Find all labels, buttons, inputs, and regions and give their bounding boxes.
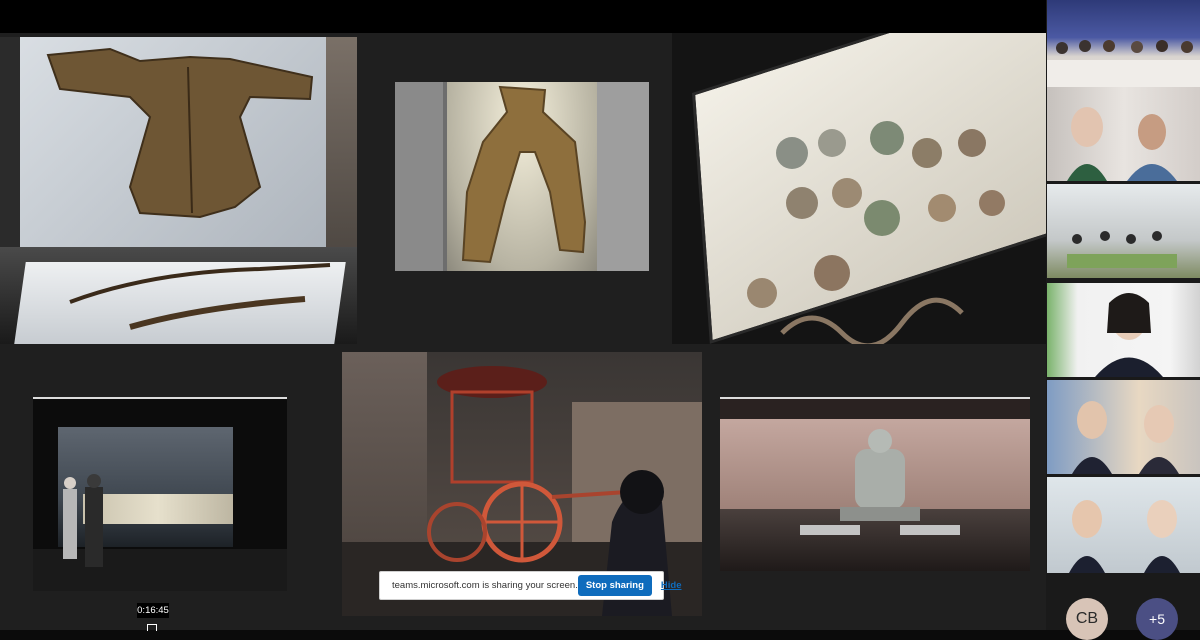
museum-photo-statue bbox=[720, 397, 1030, 571]
shared-screen: teams.microsoft.com is sharing your scre… bbox=[0, 33, 1046, 630]
museum-photo-jacket bbox=[0, 37, 357, 344]
participant-video bbox=[1067, 107, 1177, 181]
sharing-message: teams.microsoft.com is sharing your scre… bbox=[392, 580, 578, 591]
participant-video bbox=[1067, 231, 1177, 268]
participant-tile-duo[interactable] bbox=[1047, 87, 1200, 181]
participant-tile-panel-room[interactable] bbox=[1047, 0, 1200, 94]
artifact-items bbox=[747, 121, 1005, 344]
participant-video bbox=[1095, 293, 1163, 377]
gallery-visitors bbox=[63, 474, 103, 567]
screen-sharing-banner: teams.microsoft.com is sharing your scre… bbox=[379, 571, 682, 600]
museum-photo-artifacts bbox=[672, 33, 1046, 344]
video-timestamp: 0:16:45 bbox=[137, 603, 169, 618]
hide-link[interactable]: Hide bbox=[661, 580, 682, 591]
participant-tile-student-speaking[interactable] bbox=[1047, 283, 1200, 377]
statue-artifact bbox=[800, 429, 960, 535]
more-participants-badge[interactable]: +5 bbox=[1136, 598, 1178, 640]
participant-panel bbox=[1046, 0, 1200, 630]
museum-photo-trousers bbox=[395, 82, 649, 271]
participant-video bbox=[1072, 401, 1179, 474]
participant-tile-two-girls[interactable] bbox=[1047, 477, 1200, 573]
top-bar bbox=[0, 0, 1046, 33]
participant-tile-two-students[interactable] bbox=[1047, 380, 1200, 474]
participant-tile-classroom[interactable] bbox=[1047, 184, 1200, 278]
participant-avatar[interactable]: CB bbox=[1066, 598, 1108, 640]
trousers-artifact bbox=[461, 85, 587, 264]
museum-photo-gallery bbox=[33, 397, 287, 591]
jacket-artifact bbox=[46, 47, 331, 330]
participant-video bbox=[1069, 500, 1180, 573]
participant-video bbox=[1047, 40, 1200, 94]
stop-sharing-button[interactable]: Stop sharing bbox=[577, 575, 652, 596]
